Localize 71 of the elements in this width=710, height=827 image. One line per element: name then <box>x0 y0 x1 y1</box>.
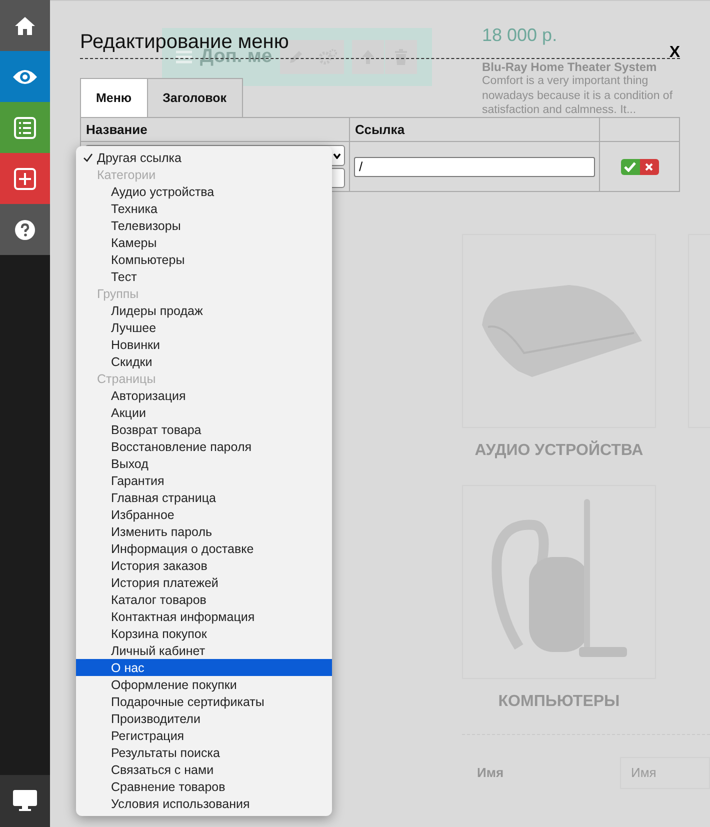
dropdown-option[interactable]: Выход <box>76 455 332 472</box>
dropdown-option[interactable]: Результаты поиска <box>76 744 332 761</box>
dropdown-option[interactable]: Гарантия <box>76 472 332 489</box>
add-icon <box>14 168 36 190</box>
name-label: Имя <box>477 765 505 780</box>
dropdown-option[interactable]: Подарочные сертификаты <box>76 693 332 710</box>
dropdown-option[interactable]: Изменить пароль <box>76 523 332 540</box>
dropdown-option[interactable]: Лидеры продаж <box>76 302 332 319</box>
dropdown-option[interactable]: Контактная информация <box>76 608 332 625</box>
dropdown-option[interactable]: Сравнение товаров <box>76 778 332 795</box>
category-title: АУДИО УСТРОЙСТВА <box>474 442 644 460</box>
dropdown-option[interactable]: Компьютеры <box>76 251 332 268</box>
dropdown-option[interactable]: Восстановление пароля <box>76 438 332 455</box>
help-icon <box>15 220 35 240</box>
dropdown-option[interactable]: Камеры <box>76 234 332 251</box>
check-icon <box>83 153 93 162</box>
dropdown-option[interactable]: История платежей <box>76 574 332 591</box>
dropdown-option[interactable]: Аудио устройства <box>76 183 332 200</box>
trash-icon <box>395 49 407 65</box>
column-header: Ссылка <box>350 118 600 142</box>
gears-icon <box>319 49 337 65</box>
dropdown-option[interactable]: Техника <box>76 200 332 217</box>
option-group-label: Группы <box>96 286 140 302</box>
column-header: Название <box>80 118 350 142</box>
dropdown-option[interactable]: Скидки <box>76 353 332 370</box>
option-group-label: Страницы <box>96 370 157 387</box>
home-icon <box>14 16 36 36</box>
monitor-icon <box>12 789 38 813</box>
dropdown-option[interactable]: Тест <box>76 268 332 285</box>
dropdown-option[interactable]: Производители <box>76 710 332 727</box>
dropdown-option[interactable]: Новинки <box>76 336 332 353</box>
dropdown-option[interactable]: О нас <box>76 659 332 676</box>
sidebar-button[interactable] <box>0 775 50 827</box>
dropdown-option[interactable]: Лучшее <box>76 319 332 336</box>
close-button[interactable]: X <box>669 44 680 62</box>
dropdown-option[interactable]: Каталог товаров <box>76 591 332 608</box>
dropdown-option[interactable]: Информация о доставке <box>76 540 332 557</box>
dropdown-option[interactable]: Телевизоры <box>76 217 332 234</box>
up-arrow-icon <box>361 49 375 65</box>
product-description: Comfort is a very important thing nowadays because it is a condition of satisfaction and calmness. It... <box>482 74 674 118</box>
dropdown-option[interactable]: Условия использования <box>76 795 332 812</box>
chevron-icon <box>333 152 341 158</box>
confirm-button[interactable] <box>620 158 640 174</box>
name-input-field[interactable]: Имя <box>620 756 710 788</box>
dropdown-option[interactable]: История заказов <box>76 557 332 574</box>
list-icon <box>14 116 36 138</box>
check-icon <box>624 162 636 172</box>
eye-icon <box>12 68 38 84</box>
option-group-label: Категории <box>96 166 157 183</box>
category-title: КОМПЬЮТЕРЫ <box>498 692 620 710</box>
dropdown-option[interactable]: Авторизация <box>76 387 332 404</box>
dropdown-option[interactable]: Оформление покупки <box>76 676 332 693</box>
dropdown-option[interactable]: Корзина покупок <box>76 625 332 642</box>
dropdown-option[interactable]: Регистрация <box>76 727 332 744</box>
close-icon <box>645 162 653 170</box>
dropdown-option[interactable]: Связаться с нами <box>76 761 332 778</box>
dropdown-option[interactable]: Главная страница <box>76 489 332 506</box>
pencil-icon <box>289 50 303 64</box>
dropdown-option[interactable]: Избранное <box>76 506 332 523</box>
dropdown-option[interactable]: Личный кабинет <box>76 642 332 659</box>
link-field[interactable]: / <box>354 156 595 176</box>
sidebar-button[interactable] <box>0 0 50 51</box>
dropdown-option[interactable]: Акции <box>76 404 332 421</box>
dropdown-option[interactable]: Другая ссылка <box>76 149 332 166</box>
sidebar-button[interactable] <box>0 204 50 255</box>
dropdown-option[interactable]: Возврат товара <box>76 421 332 438</box>
tab[interactable]: Меню <box>80 78 148 117</box>
product-price: 18 000 р. <box>482 25 558 46</box>
tab[interactable]: Заголовок <box>146 78 243 117</box>
product-name: Blu-Ray Home Theater System <box>482 60 657 74</box>
cancel-button[interactable] <box>640 158 658 174</box>
